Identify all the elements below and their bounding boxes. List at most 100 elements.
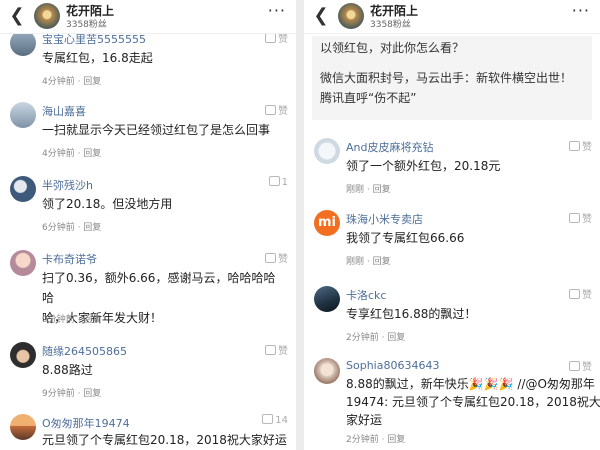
- comment-line: 领了一个额外红包，20.18元: [346, 159, 501, 173]
- comment-text: 我领了专属红包66.66: [346, 228, 590, 248]
- like-button[interactable]: 赞: [569, 210, 592, 225]
- comment-line: 8.88的飘过，新年快乐🎉🎉🎉 //@O匆匆那年: [346, 377, 595, 391]
- thumb-up-icon: [262, 414, 274, 424]
- like-button[interactable]: 赞: [569, 358, 592, 373]
- avatar[interactable]: [314, 138, 340, 164]
- like-count: 1: [281, 177, 288, 188]
- comment-line: 家好运: [346, 413, 383, 427]
- thumb-up-icon: [569, 213, 580, 223]
- right-header: ❮ 花开陌上 3358粉丝 ···: [304, 0, 600, 34]
- like-button[interactable]: 赞: [569, 286, 592, 301]
- follower-count: 3358粉丝: [370, 20, 411, 30]
- avatar[interactable]: [34, 3, 60, 29]
- thumb-up-icon: [265, 253, 276, 263]
- thumb-up-icon: [265, 105, 276, 115]
- comment-username[interactable]: 半弥残沙h: [42, 177, 93, 193]
- comment-meta[interactable]: 刚刚 · 回复: [346, 254, 391, 267]
- like-count: 赞: [278, 346, 288, 357]
- comment-item: 海山嘉喜 赞 一扫就显示今天已经领过红包了是怎么回事 4分钟前 · 回复: [0, 102, 296, 162]
- comment-text: 8.88的飘过，新年快乐🎉🎉🎉 //@O匆匆那年 19474: 元旦领了个专属红…: [346, 375, 600, 429]
- thumb-up-icon: [569, 141, 580, 151]
- comment-text: 一扫就显示今天已经领过红包了是怎么回事: [42, 120, 286, 140]
- comment-item: Sophia80634643 赞 8.88的飘过，新年快乐🎉🎉🎉 //@O匆匆那…: [304, 358, 600, 450]
- comment-item: 卡洛ckc 赞 专享红包16.88的飘过！ 2分钟前 · 回复: [304, 286, 600, 346]
- left-header: ❮ 花开陌上 3358粉丝 ···: [0, 0, 296, 34]
- like-button[interactable]: 赞: [569, 138, 592, 153]
- avatar[interactable]: [10, 342, 36, 368]
- comment-username[interactable]: And皮皮麻将充钻: [346, 139, 433, 155]
- more-button[interactable]: ···: [572, 3, 590, 19]
- comment-username[interactable]: 卡布奇诺爷: [42, 251, 97, 267]
- comment-item: O匆匆那年19474 14 元旦领了个专属红包20.18，2018祝大家好运: [0, 414, 296, 450]
- back-button[interactable]: ❮: [313, 5, 329, 27]
- like-button[interactable]: 14: [262, 414, 288, 426]
- comment-text: 专属红包，16.8走起: [42, 48, 286, 68]
- comment-text: 专享红包16.88的飘过！: [346, 304, 590, 324]
- comment-line: 元旦领了个专属红包20.18，2018祝大家好运: [42, 433, 287, 447]
- like-count: 赞: [582, 142, 592, 153]
- comment-username[interactable]: 海山嘉喜: [42, 103, 86, 119]
- post-text-line: 微信大面积封号，马云出手：新软件横空出世！: [320, 71, 573, 85]
- thumb-up-icon: [569, 289, 580, 299]
- comment-line: 19474: 元旦领了个专属红包20.18，2018祝大: [346, 395, 600, 409]
- like-button[interactable]: 1: [268, 176, 288, 188]
- comment-item: 半弥残沙h 1 领了20.18。但没地方用 6分钟前 · 回复: [0, 176, 296, 236]
- comment-text: 8.88路过: [42, 360, 286, 380]
- avatar[interactable]: [10, 414, 36, 440]
- comment-username[interactable]: 珠海小米专卖店: [346, 211, 423, 227]
- comment-meta[interactable]: 刚刚 · 回复: [346, 182, 391, 195]
- comment-meta[interactable]: 6分钟前 · 回复: [42, 220, 101, 233]
- mi-logo-icon[interactable]: mi: [314, 210, 340, 236]
- comment-username[interactable]: 卡洛ckc: [346, 287, 386, 303]
- like-button[interactable]: 赞: [265, 250, 288, 265]
- like-count: 赞: [278, 254, 288, 265]
- avatar[interactable]: [314, 358, 340, 384]
- comment-meta[interactable]: 4分钟前 · 回复: [42, 74, 101, 87]
- follower-count: 3358粉丝: [66, 20, 107, 30]
- comment-text: 元旦领了个专属红包20.18，2018祝大家好运: [42, 430, 292, 450]
- right-screenshot: ❮ 花开陌上 3358粉丝 ··· 以领红包，对此你怎么看？ 微信大面积封号，马…: [304, 0, 600, 450]
- comment-line: 我领了专属红包66.66: [346, 231, 465, 245]
- comment-item: And皮皮麻将充钻 赞 领了一个额外红包，20.18元 刚刚 · 回复: [304, 138, 600, 198]
- panel-divider: [296, 0, 304, 450]
- like-count: 14: [275, 415, 288, 426]
- like-count: 赞: [278, 34, 288, 45]
- comment-line: 领了20.18。但没地方用: [42, 197, 173, 211]
- comment-text: 领了20.18。但没地方用: [42, 194, 286, 214]
- comment-line: 专享红包16.88的飘过！: [346, 307, 477, 321]
- post-text-line: 以领红包，对此你怎么看？: [320, 41, 465, 55]
- thumb-up-icon: [268, 176, 280, 186]
- like-count: 赞: [582, 214, 592, 225]
- left-screenshot: ❮ 花开陌上 3358粉丝 ··· 宝宝心里苦5555555 赞 专属红包，16…: [0, 0, 296, 450]
- like-count: 赞: [582, 290, 592, 301]
- comment-meta[interactable]: 9分钟前 · 回复: [42, 312, 101, 325]
- comment-item: 宝宝心里苦5555555 赞 专属红包，16.8走起 4分钟前 · 回复: [0, 30, 296, 90]
- avatar[interactable]: [10, 176, 36, 202]
- thumb-up-icon: [265, 345, 276, 355]
- avatar[interactable]: [10, 102, 36, 128]
- comment-line: 一扫就显示今天已经领过红包了是怎么回事: [42, 123, 271, 137]
- comment-meta[interactable]: 9分钟前 · 回复: [42, 386, 101, 399]
- comment-username[interactable]: O匆匆那年19474: [42, 415, 130, 431]
- comment-meta[interactable]: 2分钟前 · 回复: [346, 330, 405, 343]
- comment-line: 8.88路过: [42, 363, 93, 377]
- comment-meta[interactable]: 4分钟前 · 回复: [42, 146, 101, 159]
- comment-item: mi 珠海小米专卖店 赞 我领了专属红包66.66 刚刚 · 回复: [304, 210, 600, 270]
- like-count: 赞: [278, 106, 288, 117]
- original-post-box[interactable]: 以领红包，对此你怎么看？ 微信大面积封号，马云出手：新软件横空出世！ 腾讯直呼“…: [312, 36, 592, 120]
- comment-line: 扫了0.36，额外6.66，感谢马云，哈哈哈哈哈: [42, 271, 276, 305]
- more-button[interactable]: ···: [268, 3, 286, 19]
- comment-text: 领了一个额外红包，20.18元: [346, 156, 590, 176]
- comment-username[interactable]: 随缘264505865: [42, 343, 127, 359]
- back-button[interactable]: ❮: [9, 5, 25, 27]
- like-button[interactable]: 赞: [265, 342, 288, 357]
- like-button[interactable]: 赞: [265, 102, 288, 117]
- avatar[interactable]: [314, 286, 340, 312]
- avatar[interactable]: [338, 3, 364, 29]
- avatar[interactable]: [10, 250, 36, 276]
- post-text-line: 腾讯直呼“伤不起”: [320, 91, 417, 105]
- like-count: 赞: [582, 362, 592, 373]
- comment-item: 随缘264505865 赞 8.88路过 9分钟前 · 回复: [0, 342, 296, 402]
- comment-meta[interactable]: 2分钟前 · 回复: [346, 432, 405, 445]
- comment-username[interactable]: Sophia80634643: [346, 359, 439, 372]
